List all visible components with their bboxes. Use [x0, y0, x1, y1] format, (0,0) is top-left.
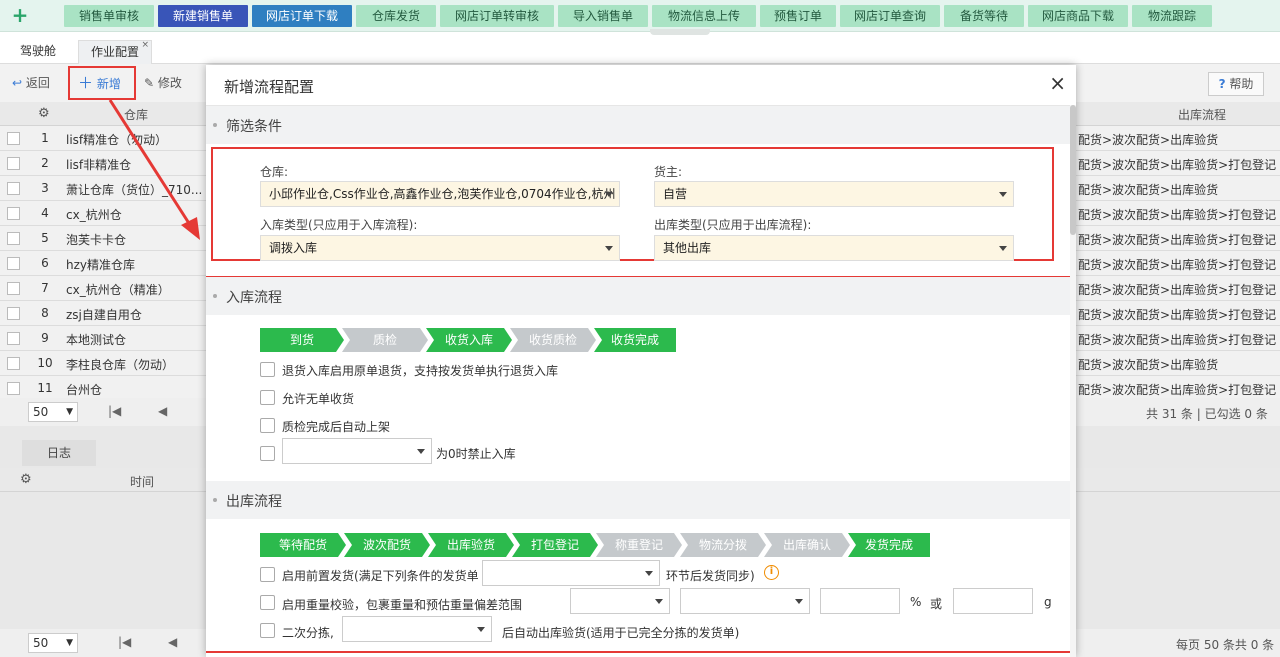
dialog-scrollbar[interactable]	[1070, 105, 1076, 657]
chevron-down-icon	[417, 449, 425, 454]
inbound-opt3-label: 质检完成后自动上架	[282, 420, 391, 434]
flow-step[interactable]: 打包登记	[512, 533, 598, 557]
inbound-opt4-select[interactable]	[282, 438, 432, 464]
inbound-title: 入库流程	[226, 290, 282, 306]
outbound-opt1-suffix: 环节后发货同步)	[666, 569, 755, 583]
weight-range-select-1[interactable]	[570, 588, 670, 614]
bullet-icon	[213, 123, 217, 127]
weight-percent-input[interactable]	[820, 588, 900, 614]
inbound-section-header: 入库流程	[206, 277, 1070, 315]
flow-step[interactable]: 质检	[342, 328, 428, 352]
flow-step[interactable]: 出库确认	[764, 533, 850, 557]
inbound-opt2-label: 允许无单收货	[282, 392, 355, 406]
weight-range-select-2[interactable]	[680, 588, 810, 614]
filter-title: 筛选条件	[226, 119, 282, 135]
in-type-label: 入库类型(只应用于入库流程):	[260, 218, 418, 232]
flow-step[interactable]: 收货完成	[594, 328, 676, 352]
dialog-close-icon[interactable]: ×	[1049, 71, 1066, 95]
bullet-icon	[213, 294, 217, 298]
inbound-opt1-checkbox[interactable]	[260, 362, 275, 377]
outbound-title: 出库流程	[226, 494, 282, 510]
chevron-down-icon	[795, 599, 803, 604]
chevron-down-icon	[477, 627, 485, 632]
warehouse-value: 小邱作业仓,Css作业仓,高鑫作业仓,泡芙作业仓,0704作业仓,杭州	[269, 187, 616, 201]
flow-step[interactable]: 物流分拨	[680, 533, 766, 557]
flow-step[interactable]: 等待配货	[260, 533, 346, 557]
flow-step[interactable]: 收货质检	[510, 328, 596, 352]
inbound-opt1-label: 退货入库启用原单退货，支持按发货单执行退货入库	[282, 364, 559, 378]
outbound-opt2-checkbox[interactable]	[260, 595, 275, 610]
out-type-select[interactable]: 其他出库	[654, 235, 1014, 261]
warehouse-label: 仓库:	[260, 165, 289, 179]
chevron-down-icon	[605, 246, 613, 251]
dialog-scrollbar-thumb[interactable]	[1070, 105, 1076, 235]
outbound-section-header: 出库流程	[206, 481, 1070, 519]
warehouse-select[interactable]: 小邱作业仓,Css作业仓,高鑫作业仓,泡芙作业仓,0704作业仓,杭州	[260, 181, 620, 207]
gram-unit: g	[1044, 595, 1052, 609]
owner-label: 货主:	[654, 165, 683, 179]
inbound-opt3-checkbox[interactable]	[260, 418, 275, 433]
flow-step[interactable]: 出库验货	[428, 533, 514, 557]
chevron-down-icon	[999, 192, 1007, 197]
flow-step[interactable]: 到货	[260, 328, 344, 352]
inbound-opt2-checkbox[interactable]	[260, 390, 275, 405]
outbound-opt1-checkbox[interactable]	[260, 567, 275, 582]
or-label: 或	[930, 597, 943, 611]
outbound-opt1-select[interactable]	[482, 560, 660, 586]
chevron-down-icon	[999, 246, 1007, 251]
owner-select[interactable]: 自营	[654, 181, 1014, 207]
outbound-opt3-label: 二次分拣,	[282, 626, 334, 640]
in-type-value: 调拨入库	[269, 241, 318, 255]
outbound-opt1-label: 启用前置发货(满足下列条件的发货单	[282, 569, 479, 583]
outbound-opt3-select[interactable]	[342, 616, 492, 642]
inbound-opt4-checkbox[interactable]	[260, 446, 275, 461]
filter-section-header: 筛选条件	[206, 106, 1070, 144]
outbound-opt2-label: 启用重量校验，包裹重量和预估重量偏差范围	[282, 598, 523, 612]
chevron-down-icon	[605, 192, 613, 197]
dialog-title: 新增流程配置	[224, 78, 315, 96]
in-type-select[interactable]: 调拨入库	[260, 235, 620, 261]
flow-step[interactable]: 称重登记	[596, 533, 682, 557]
new-flow-config-dialog: 新增流程配置 × 筛选条件 仓库: 小邱作业仓,Css作业仓,高鑫作业仓,泡芙作…	[206, 65, 1076, 657]
out-type-value: 其他出库	[663, 241, 712, 255]
chevron-down-icon	[655, 599, 663, 604]
percent-sign: %	[910, 595, 922, 609]
inbound-opt4-label: 为0时禁止入库	[436, 447, 516, 461]
owner-value: 自营	[663, 187, 688, 201]
chevron-down-icon	[645, 571, 653, 576]
info-icon[interactable]: i	[764, 565, 779, 580]
out-type-label: 出库类型(只应用于出库流程):	[654, 218, 812, 232]
weight-gram-input[interactable]	[953, 588, 1033, 614]
flow-step[interactable]: 波次配货	[344, 533, 430, 557]
flow-step[interactable]: 发货完成	[848, 533, 930, 557]
bullet-icon	[213, 498, 217, 502]
flow-step[interactable]: 收货入库	[426, 328, 512, 352]
outbound-opt3-suffix: 后自动出库验货(适用于已完全分拣的发货单)	[502, 626, 740, 640]
outbound-opt3-checkbox[interactable]	[260, 623, 275, 638]
